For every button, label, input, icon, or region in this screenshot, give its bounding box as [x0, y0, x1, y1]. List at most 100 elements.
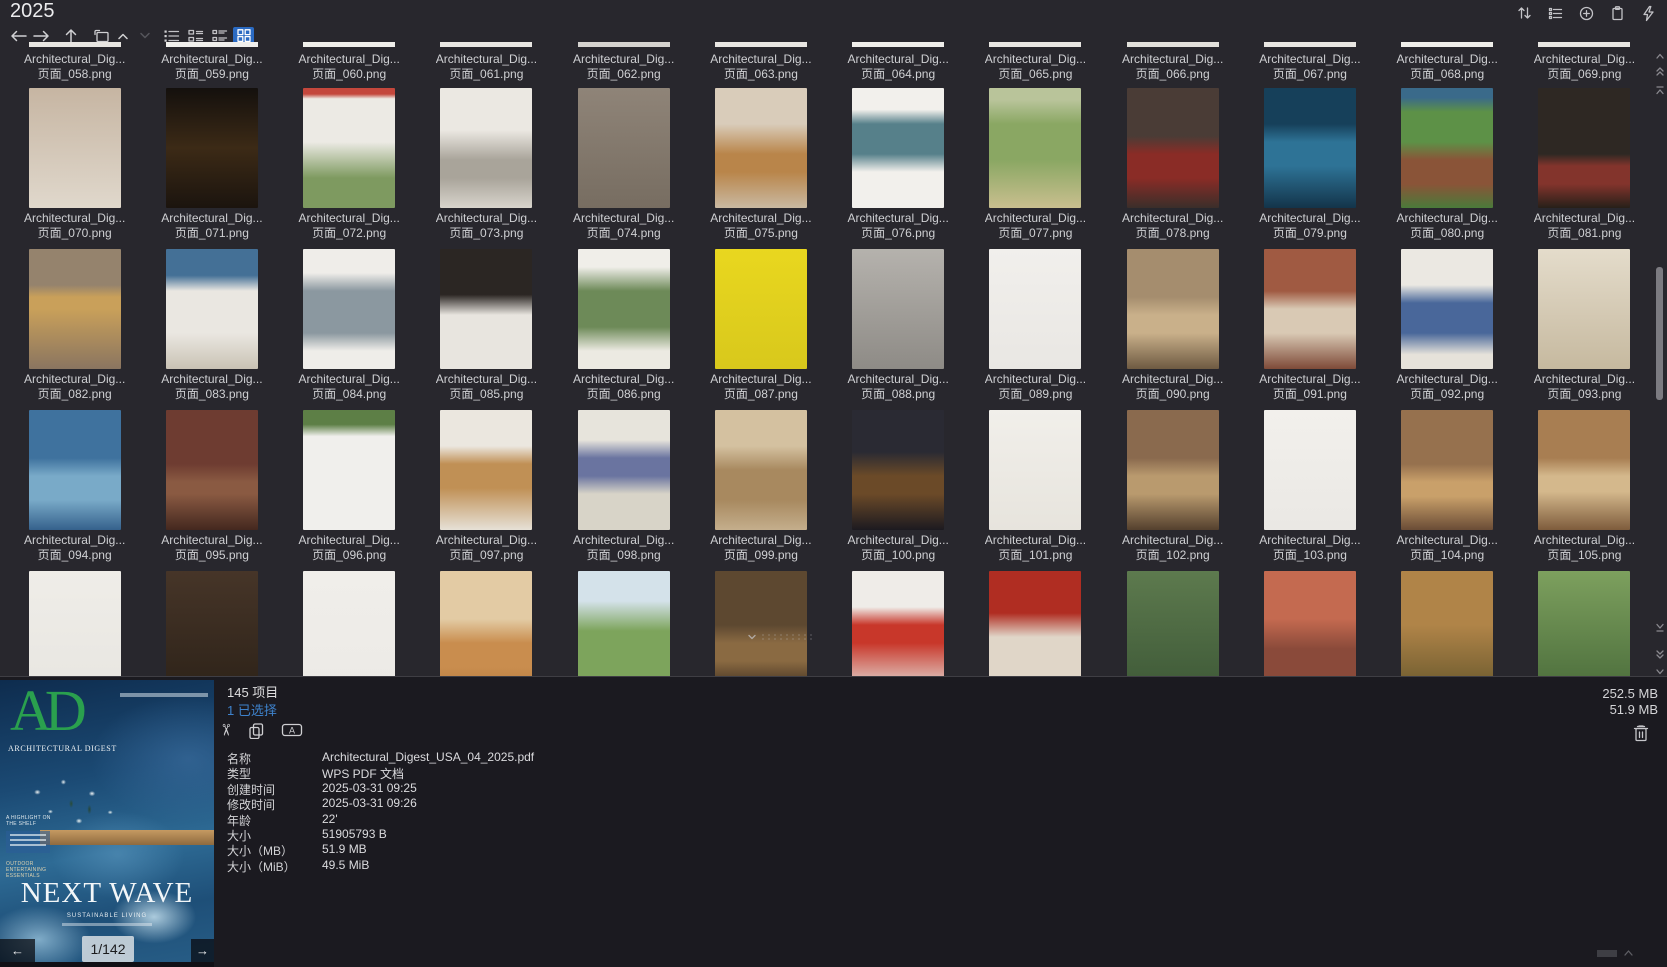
view-options-icon[interactable] — [1546, 4, 1564, 22]
file-label: Architectural_Dig...页面_096.png — [298, 533, 399, 563]
file-label: Architectural_Dig...页面_103.png — [1259, 533, 1360, 563]
scroll-page-up-icon[interactable] — [1654, 64, 1666, 74]
file-item[interactable] — [692, 571, 829, 676]
file-item[interactable]: Architectural_Dig...页面_102.png — [1104, 410, 1241, 563]
thumbnail-edge — [1401, 42, 1493, 47]
scroll-page-down-icon[interactable] — [1654, 648, 1666, 658]
file-item[interactable]: Architectural_Dig...页面_098.png — [555, 410, 692, 563]
file-item[interactable]: Architectural_Dig...页面_082.png — [6, 249, 143, 402]
file-label: Architectural_Dig...页面_060.png — [298, 52, 399, 82]
file-item[interactable]: Architectural_Dig...页面_101.png — [967, 410, 1104, 563]
file-item[interactable] — [1379, 571, 1516, 676]
file-label: Architectural_Dig...页面_080.png — [1396, 211, 1497, 241]
file-item[interactable]: Architectural_Dig...页面_097.png — [418, 410, 555, 563]
file-item[interactable]: Architectural_Dig...页面_073.png — [418, 88, 555, 241]
file-item[interactable]: Architectural_Dig...页面_072.png — [281, 88, 418, 241]
file-manager-window: 2025 — [0, 0, 1667, 967]
file-item[interactable]: Architectural_Dig...页面_062.png — [555, 42, 692, 82]
rename-icon[interactable]: A — [281, 722, 303, 738]
file-item[interactable] — [281, 571, 418, 676]
file-item[interactable]: Architectural_Dig...页面_093.png — [1516, 249, 1653, 402]
add-icon[interactable] — [1577, 4, 1595, 22]
file-item[interactable]: Architectural_Dig...页面_060.png — [281, 42, 418, 82]
file-item[interactable]: Architectural_Dig...页面_077.png — [967, 88, 1104, 241]
file-thumbnail — [989, 410, 1081, 530]
scroll-bottom-icon[interactable] — [1654, 620, 1666, 630]
file-item[interactable]: Architectural_Dig...页面_071.png — [143, 88, 280, 241]
file-item[interactable]: Architectural_Dig...页面_085.png — [418, 249, 555, 402]
file-item[interactable]: Architectural_Dig...页面_069.png — [1516, 42, 1653, 82]
flash-icon[interactable] — [1639, 4, 1657, 22]
thumbnail-edge — [989, 42, 1081, 47]
file-item[interactable]: Architectural_Dig...页面_058.png — [6, 42, 143, 82]
file-item[interactable] — [555, 571, 692, 676]
file-thumbnail — [29, 410, 121, 530]
cut-icon[interactable]: ✂ — [216, 723, 236, 736]
file-item[interactable]: Architectural_Dig...页面_067.png — [1241, 42, 1378, 82]
file-item[interactable]: Architectural_Dig...页面_086.png — [555, 249, 692, 402]
file-item[interactable] — [143, 571, 280, 676]
file-item[interactable]: Architectural_Dig...页面_087.png — [692, 249, 829, 402]
file-item[interactable]: Architectural_Dig...页面_061.png — [418, 42, 555, 82]
file-item[interactable] — [830, 571, 967, 676]
file-item[interactable] — [1516, 571, 1653, 676]
file-item[interactable]: Architectural_Dig...页面_088.png — [830, 249, 967, 402]
file-item[interactable]: Architectural_Dig...页面_090.png — [1104, 249, 1241, 402]
paste-icon[interactable] — [1608, 4, 1626, 22]
copy-icon[interactable] — [248, 722, 265, 739]
scrollbar-thumb[interactable] — [1656, 267, 1663, 400]
file-thumbnail — [1127, 410, 1219, 530]
file-item[interactable]: Architectural_Dig...页面_066.png — [1104, 42, 1241, 82]
file-item[interactable]: Architectural_Dig...页面_075.png — [692, 88, 829, 241]
file-item[interactable]: Architectural_Dig...页面_068.png — [1379, 42, 1516, 82]
file-preview[interactable]: AD ARCHITECTURAL DIGEST A HIGHLIGHT ON T… — [0, 680, 214, 962]
file-item[interactable]: Architectural_Dig...页面_080.png — [1379, 88, 1516, 241]
file-item[interactable]: Architectural_Dig...页面_076.png — [830, 88, 967, 241]
cover-subtitle-bar — [62, 923, 152, 926]
file-item[interactable]: Architectural_Dig...页面_095.png — [143, 410, 280, 563]
file-item[interactable]: Architectural_Dig...页面_094.png — [6, 410, 143, 563]
file-item[interactable]: Architectural_Dig...页面_099.png — [692, 410, 829, 563]
trash-icon[interactable] — [1631, 723, 1651, 749]
file-item[interactable]: Architectural_Dig...页面_079.png — [1241, 88, 1378, 241]
scroll-top-icon[interactable] — [1654, 82, 1666, 92]
file-item[interactable] — [6, 571, 143, 676]
file-thumbnail — [29, 249, 121, 369]
file-item[interactable] — [1241, 571, 1378, 676]
file-thumbnail — [989, 249, 1081, 369]
status-tray[interactable] — [1597, 949, 1634, 957]
scroll-down-icon[interactable] — [1654, 664, 1666, 674]
file-label: Architectural_Dig...页面_087.png — [710, 372, 811, 402]
file-item[interactable]: Architectural_Dig...页面_063.png — [692, 42, 829, 82]
file-item[interactable] — [967, 571, 1104, 676]
file-item[interactable]: Architectural_Dig...页面_089.png — [967, 249, 1104, 402]
file-item[interactable]: Architectural_Dig...页面_070.png — [6, 88, 143, 241]
panel-resize-grip[interactable] — [747, 633, 813, 642]
cover-headline: NEXT WAVE — [0, 877, 214, 910]
file-item[interactable] — [1104, 571, 1241, 676]
file-item[interactable]: Architectural_Dig...页面_065.png — [967, 42, 1104, 82]
file-item[interactable]: Architectural_Dig...页面_059.png — [143, 42, 280, 82]
file-label: Architectural_Dig...页面_100.png — [847, 533, 948, 563]
file-thumbnail — [166, 410, 258, 530]
file-item[interactable]: Architectural_Dig...页面_105.png — [1516, 410, 1653, 563]
file-item[interactable]: Architectural_Dig...页面_103.png — [1241, 410, 1378, 563]
file-item[interactable]: Architectural_Dig...页面_083.png — [143, 249, 280, 402]
file-item[interactable]: Architectural_Dig...页面_074.png — [555, 88, 692, 241]
file-item[interactable]: Architectural_Dig...页面_064.png — [830, 42, 967, 82]
file-item[interactable]: Architectural_Dig...页面_096.png — [281, 410, 418, 563]
file-item[interactable]: Architectural_Dig...页面_081.png — [1516, 88, 1653, 241]
file-item[interactable]: Architectural_Dig...页面_084.png — [281, 249, 418, 402]
scroll-up-icon[interactable] — [1654, 48, 1666, 58]
file-label: Architectural_Dig...页面_097.png — [436, 533, 537, 563]
sort-icon[interactable] — [1515, 4, 1533, 22]
vertical-scrollbar[interactable] — [1653, 42, 1667, 674]
file-item[interactable]: Architectural_Dig...页面_104.png — [1379, 410, 1516, 563]
file-item[interactable]: Architectural_Dig...页面_078.png — [1104, 88, 1241, 241]
preview-next-button[interactable]: → — [191, 939, 214, 962]
file-item[interactable]: Architectural_Dig...页面_091.png — [1241, 249, 1378, 402]
file-item[interactable]: Architectural_Dig...页面_092.png — [1379, 249, 1516, 402]
preview-prev-button[interactable]: ← — [0, 939, 35, 962]
file-item[interactable]: Architectural_Dig...页面_100.png — [830, 410, 967, 563]
file-item[interactable] — [418, 571, 555, 676]
